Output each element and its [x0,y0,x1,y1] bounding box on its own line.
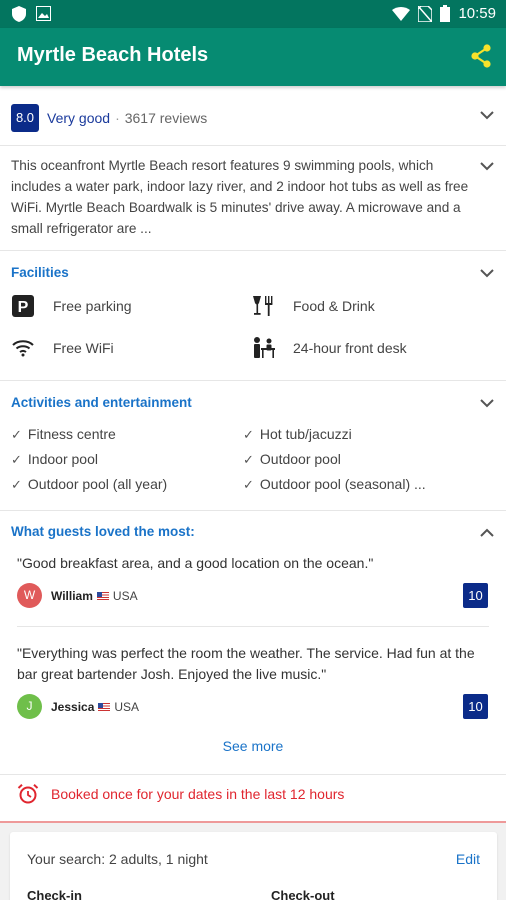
booking-notice-text: Booked once for your dates in the last 1… [51,786,345,802]
divider [0,145,506,146]
clock-time: 10:59 [458,5,496,22]
facility-item: P Free parking [11,294,132,318]
reviewer-name: William [51,589,93,603]
check-icon: ✓ [243,452,254,467]
reviewer-info: William USA [51,589,138,603]
review-score-badge: 10 [463,694,488,719]
no-sim-icon [418,5,433,22]
facilities-heading: Facilities [11,265,69,280]
activities-heading: Activities and entertainment [11,395,192,410]
chevron-down-icon[interactable] [478,264,496,282]
check-icon: ✓ [243,427,254,442]
edit-search-button[interactable]: Edit [456,851,480,867]
facility-label: 24-hour front desk [293,340,407,356]
rating-badge: 8.0 [11,104,39,132]
divider [0,774,506,775]
review-quote: "Everything was perfect the room the wea… [17,645,475,682]
reviewer-country: USA [112,589,138,603]
review-score-badge: 10 [463,583,488,608]
check-out-label: Check-out [271,888,335,900]
parking-icon: P [11,294,35,318]
activity-item: ✓ Hot tub/jacuzzi [243,426,352,442]
avatar: J [17,694,42,719]
activity-item: ✓ Outdoor pool (seasonal) ... [243,476,426,492]
food-drink-icon [251,294,275,318]
chevron-down-icon[interactable] [478,157,496,175]
facility-label: Food & Drink [293,298,375,314]
search-summary: Your search: 2 adults, 1 night [27,851,208,867]
review-count: 3617 reviews [124,110,208,126]
activity-item: ✓ Indoor pool [11,451,98,467]
us-flag-icon [96,592,109,600]
facility-label: Free parking [53,298,132,314]
chevron-down-icon[interactable] [478,394,496,412]
rating-summary[interactable]: Very good · 3617 reviews [47,110,207,126]
booking-notice: Booked once for your dates in the last 1… [17,783,344,805]
check-icon: ✓ [11,452,22,467]
battery-icon [440,5,451,22]
status-bar: 10:59 [0,0,506,28]
review-quote: "Good breakfast area, and a good locatio… [17,555,374,571]
divider [0,510,506,511]
facility-item: 24-hour front desk [251,336,407,360]
page-title: Myrtle Beach Hotels [17,44,209,66]
divider [0,380,506,381]
svg-text:P: P [18,299,29,316]
avatar: W [17,583,42,608]
share-icon[interactable] [468,43,494,69]
wifi-icon [392,6,411,21]
check-in-label: Check-in [27,888,82,900]
wifi-icon [11,336,35,360]
activity-item: ✓ Outdoor pool [243,451,341,467]
front-desk-icon [251,336,275,360]
divider [0,250,506,251]
image-icon [36,6,51,22]
app-bar: Myrtle Beach Hotels [0,28,506,86]
reviewer-country: USA [114,700,140,714]
see-more-link[interactable]: See more [0,738,506,754]
alarm-clock-icon [17,784,39,804]
guests-heading: What guests loved the most: [11,524,195,539]
hotel-description: This oceanfront Myrtle Beach resort feat… [11,158,469,236]
chevron-up-icon[interactable] [478,524,496,542]
us-flag-icon [98,703,111,711]
shield-icon [12,6,26,22]
facility-item: Free WiFi [11,336,114,360]
activity-item: ✓ Fitness centre [11,426,116,442]
facility-item: Food & Drink [251,294,375,318]
divider [17,626,489,627]
activity-item: ✓ Outdoor pool (all year) [11,476,168,492]
rating-label: Very good [47,110,111,126]
reviewer-info: Jessica USA [51,700,139,714]
search-card: Your search: 2 adults, 1 night Edit Chec… [10,832,497,900]
facility-label: Free WiFi [53,340,114,356]
reviewer-name: Jessica [51,700,95,714]
chevron-down-icon[interactable] [478,106,496,124]
check-icon: ✓ [243,477,254,492]
rating-separator: · [115,110,120,126]
check-icon: ✓ [11,427,22,442]
check-icon: ✓ [11,477,22,492]
